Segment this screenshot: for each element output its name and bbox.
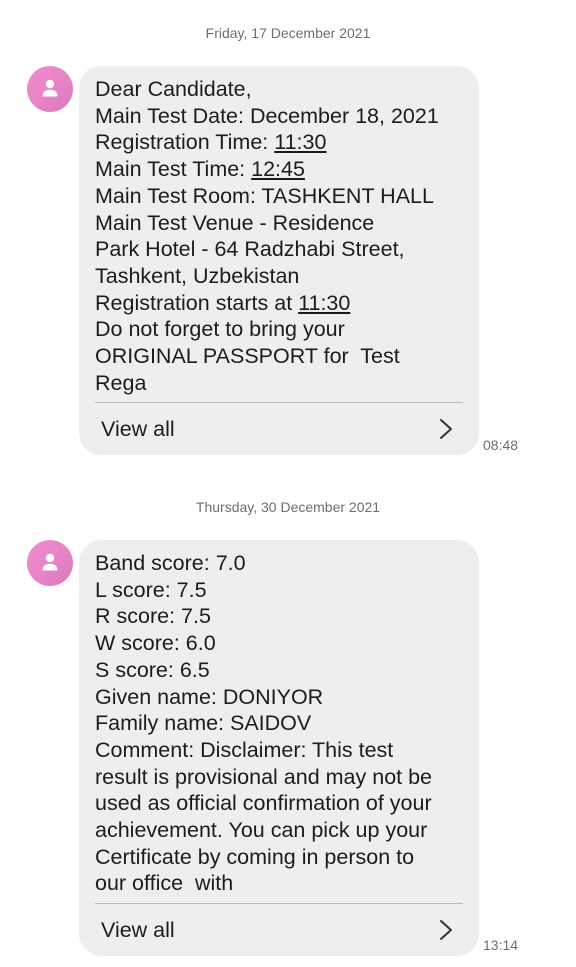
message-line: Registration Time: 11:30 [95,129,463,156]
message-line: achievement. You can pick up your [95,817,463,844]
message-line: Band score: 7.0 [95,550,463,577]
message-line: Registration starts at 11:30 [95,290,463,317]
time-link[interactable]: 11:30 [298,291,350,315]
message-line-text: Band score: 7.0 [95,551,246,575]
message-text: Band score: 7.0 L score: 7.5 R score: 7.5 W… [79,540,479,897]
view-all-button[interactable]: View all [79,403,479,455]
message-line: Main Test Room: TASHKENT HALL [95,183,463,210]
message-line-text: our office with [95,871,234,896]
message-time: 08:48 [483,437,519,453]
message-line: R score: 7.5 [95,603,463,630]
message-bubble[interactable]: Band score: 7.0 L score: 7.5 R score: 7.5 W… [79,540,479,956]
view-all-label: View all [101,416,175,441]
message-line-text: Registration Time: [95,130,275,155]
message-line: Main Test Time: 12:45 [95,156,463,183]
date-separator: Friday, 17 December 2021 [205,25,371,41]
message-line-text: result is provisional and may not be [95,764,433,789]
message-line-text: Main Test Time: [95,157,252,182]
time-link[interactable]: 12:45 [251,157,305,181]
message-line: Family name: SAIDOV [95,710,463,737]
message-line: W score: 6.0 [95,630,463,657]
view-all-label: View all [101,917,175,942]
message-line-text: S score: 6.5 [95,657,210,682]
avatar[interactable] [27,66,73,112]
message-line: result is provisional and may not be [95,764,463,791]
message-line: L score: 7.5 [95,577,463,604]
message-line-text: Certificate by coming in person to [95,844,415,869]
message-line-text: Comment: Disclaimer: This test [95,737,394,762]
message-line-text: Main Test Venue - Residence [95,210,375,235]
message-line-text: Main Test Date: December 18, 2021 [95,103,439,128]
avatar[interactable] [27,540,73,586]
message-line: Rega [95,370,463,397]
message-line: Tashkent, Uzbekistan [95,263,463,290]
message-line: our office with [95,870,463,897]
message-line-text: Park Hotel - 64 Radzhabi Street, [95,237,405,262]
message-line-text: W score: 6.0 [95,631,216,656]
message-line-text: Family name: SAIDOV [95,711,312,736]
message-line: used as official confirmation of your [95,790,463,817]
message-line-text: Main Test Room: TASHKENT HALL [95,183,434,208]
message-line-text: Given name: DONIYOR [95,684,324,709]
message-line-text: Rega [95,370,147,395]
message-line-text: Do not forget to bring your [95,317,345,342]
message-line-text: L score: 7.5 [95,577,207,602]
message-line: Certificate by coming in person to [95,844,463,871]
message-text: Dear Candidate, Main Test Date: December … [79,66,479,396]
person-icon [42,553,58,571]
person-icon [42,79,58,97]
message-line: Dear Candidate, [95,76,463,103]
message-line-text: used as official confirmation of your [95,791,432,816]
message-line-text: R score: 7.5 [95,604,211,629]
message-line: Do not forget to bring your [95,316,463,343]
message-line: S score: 6.5 [95,657,463,684]
message-line-text: achievement. You can pick up your [95,818,428,843]
message-line: ORIGINAL PASSPORT for Test [95,343,463,370]
message-line: Given name: DONIYOR [95,684,463,711]
message-line-text: Registration starts at [95,290,299,315]
chevron-right-icon [440,920,452,941]
message-line: Main Test Date: December 18, 2021 [95,103,463,130]
date-separator: Thursday, 30 December 2021 [195,499,381,515]
message-line-text: Tashkent, Uzbekistan [95,263,300,288]
chevron-right-icon [440,419,452,440]
message-bubble[interactable]: Dear Candidate, Main Test Date: December … [79,66,479,455]
message-line: Park Hotel - 64 Radzhabi Street, [95,236,463,263]
message-line-text: Dear Candidate, [95,77,252,101]
message-line-text: ORIGINAL PASSPORT for Test [95,344,400,369]
time-link[interactable]: 11:30 [274,130,326,154]
message-time: 13:14 [483,937,519,953]
message-line: Main Test Venue - Residence [95,210,463,237]
view-all-button[interactable]: View all [79,904,479,956]
message-line: Comment: Disclaimer: This test [95,737,463,764]
